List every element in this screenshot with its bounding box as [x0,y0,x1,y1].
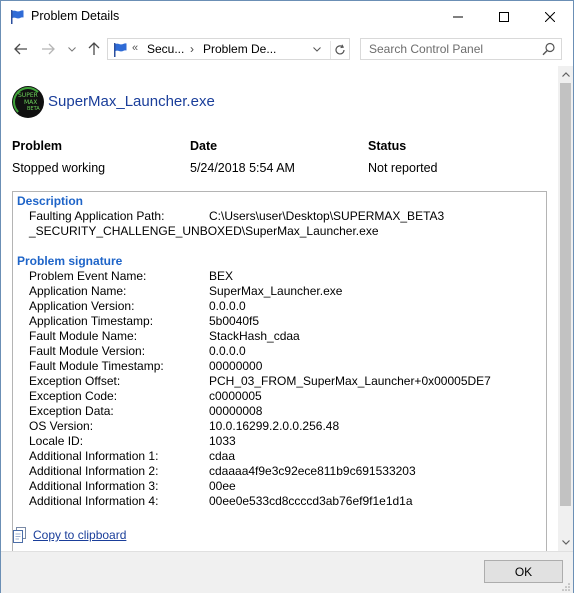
problem-details-window: Problem Details « Secu... › Problem De..… [0,0,574,593]
flag-icon [114,43,127,57]
clipboard-icon [13,527,26,543]
address-bar[interactable]: « Secu... › Problem De... [107,38,350,60]
chevron-down-icon [313,47,321,52]
search-input[interactable] [361,39,536,59]
title-bar[interactable]: Problem Details [1,1,573,32]
vertical-scrollbar[interactable] [558,66,573,551]
application-name: SuperMax_Launcher.exe [48,93,215,110]
scroll-up-button[interactable] [558,66,573,83]
scrollbar-thumb[interactable] [560,83,571,506]
back-arrow-icon [14,43,27,55]
up-arrow-icon [88,42,100,55]
search-icon[interactable] [542,42,556,56]
copy-to-clipboard-link[interactable]: Copy to clipboard [33,528,126,542]
status-header: Status [368,139,407,153]
address-dropdown-button[interactable] [310,44,324,56]
up-button[interactable] [85,40,103,58]
fault-path-label: Faulting Application Path: [29,209,165,223]
description-title: Description [17,194,84,208]
flag-icon [11,10,24,24]
forward-arrow-icon [42,43,55,55]
maximize-button[interactable] [481,1,527,32]
problem-header: Problem [12,139,63,153]
close-icon [545,11,555,22]
app-logo: SUPER MAX BETA [12,86,44,118]
report-content: SUPER MAX BETA SuperMax_Launcher.exe Pro… [1,66,559,551]
breadcrumb-security[interactable]: Secu... [147,42,184,56]
scroll-down-icon [561,540,570,545]
navigation-bar: « Secu... › Problem De... [1,32,573,66]
fault-path-value-line2: _SECURITY_CHALLENGE_UNBOXED\SuperMax_Lau… [29,224,379,238]
details-panel: Description Faulting Application Path: C… [12,191,547,551]
breadcrumb-separator[interactable]: › [190,42,194,56]
scroll-up-icon [561,72,570,77]
scroll-down-button[interactable] [558,534,573,551]
breadcrumb-problem-details[interactable]: Problem De... [203,42,276,56]
dialog-button-bar: OK [1,551,573,593]
search-box[interactable] [360,38,562,60]
refresh-icon [334,44,345,55]
back-button[interactable] [12,40,30,58]
refresh-button[interactable] [330,41,348,59]
resize-grip-icon[interactable] [561,582,571,592]
close-button[interactable] [527,1,573,32]
window-title: Problem Details [31,9,120,23]
problem-signature-title: Problem signature [17,254,123,268]
ok-button[interactable]: OK [484,560,563,583]
maximize-icon [499,11,509,22]
recent-locations-button[interactable] [63,40,81,58]
problem-value: Stopped working [12,161,106,175]
minimize-button[interactable] [435,1,481,32]
chevron-down-icon [68,46,76,52]
fault-path-value: C:\Users\user\Desktop\SUPERMAX_BETA3 [209,209,445,223]
date-value: 5/24/2018 5:54 AM [190,161,295,175]
minimize-icon [453,16,463,17]
date-header: Date [190,139,218,153]
status-value: Not reported [368,161,438,175]
forward-button[interactable] [39,40,57,58]
breadcrumb-overflow[interactable]: « [132,42,138,54]
